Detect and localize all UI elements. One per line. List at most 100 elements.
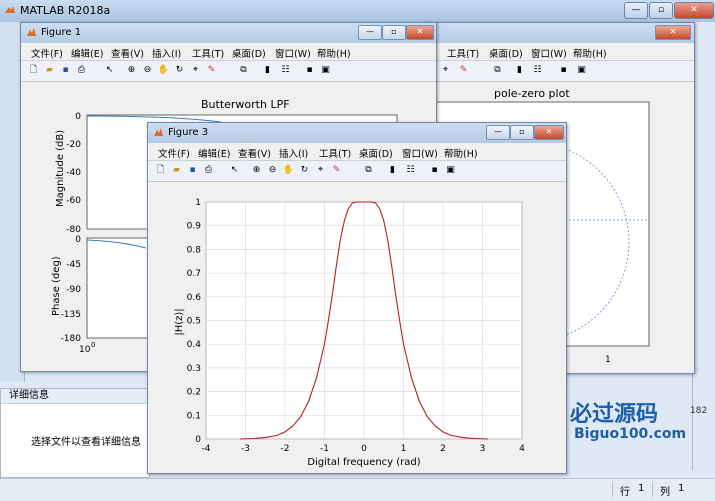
zoom-in-icon[interactable]: ⊕ xyxy=(125,64,138,77)
menu-file[interactable]: 文件(F) xyxy=(158,146,190,160)
figure-3-minimize-button[interactable]: — xyxy=(486,125,510,140)
show-tools-icon[interactable]: ▣ xyxy=(575,64,588,77)
data-cursor-icon[interactable]: ⌖ xyxy=(314,164,327,177)
show-tools-icon[interactable]: ▣ xyxy=(444,164,457,177)
figure-icon xyxy=(154,128,163,136)
edit-plot-icon[interactable]: ↖ xyxy=(228,164,241,177)
close-button[interactable]: ✕ xyxy=(674,2,714,19)
brush-icon[interactable]: ✎ xyxy=(457,64,470,77)
menu-edit[interactable]: 编辑(E) xyxy=(71,46,103,60)
link-plot-icon[interactable]: ⧉ xyxy=(237,64,250,77)
phase-tick-3: -135 xyxy=(61,310,81,320)
menu-insert[interactable]: 插入(I) xyxy=(152,46,181,60)
pan-icon[interactable]: ✋ xyxy=(157,64,170,77)
show-tools-icon[interactable]: ▣ xyxy=(319,64,332,77)
figure-1-minimize-button[interactable]: — xyxy=(358,25,382,40)
pz-title: pole-zero plot xyxy=(494,87,570,100)
figure-1-titlebar[interactable]: Figure 1 — ▫ ✕ xyxy=(21,23,436,44)
menu-tools[interactable]: 工具(T) xyxy=(319,146,351,160)
details-panel: 详细信息 选择文件以查看详细信息 xyxy=(0,388,150,478)
new-figure-icon[interactable]: 🗋 xyxy=(154,164,167,177)
y-axis-ticks: 0 0.1 0.2 0.3 0.4 0.5 0.6 0.7 0.8 0.9 1 xyxy=(187,198,202,445)
save-icon[interactable]: ▪ xyxy=(59,64,72,77)
legend-icon[interactable]: ☷ xyxy=(531,64,544,77)
rotate-icon[interactable]: ↻ xyxy=(173,64,186,77)
rotate-icon[interactable]: ↻ xyxy=(298,164,311,177)
figure-2-titlebar[interactable]: ✕ xyxy=(419,23,694,44)
details-message: 选择文件以查看详细信息 xyxy=(31,437,141,448)
colorbar-icon[interactable]: ▮ xyxy=(386,164,399,177)
zoom-out-icon[interactable]: ⊖ xyxy=(266,164,279,177)
menu-view[interactable]: 查看(V) xyxy=(238,146,271,160)
open-file-icon[interactable]: ▰ xyxy=(43,64,56,77)
phase-tick-0: 0 xyxy=(75,235,81,245)
data-cursor-icon[interactable]: ⌖ xyxy=(189,64,202,77)
figure-3-canvas: -4 -3 -2 -1 0 1 2 3 4 0 0.1 0.2 0.3 0.4 0.5 0.6 0.7 0.8 0… xyxy=(148,182,566,473)
figure-3-close-button[interactable]: ✕ xyxy=(534,125,564,140)
phase-tick-1: -45 xyxy=(66,260,81,270)
hide-tools-icon[interactable]: ▪ xyxy=(428,164,441,177)
menu-desktop[interactable]: 桌面(D) xyxy=(232,46,266,60)
edit-plot-icon[interactable]: ↖ xyxy=(103,64,116,77)
menu-file[interactable]: 文件(F) xyxy=(31,46,63,60)
mag-ylabel: Magnitude (dB) xyxy=(55,130,66,207)
figure-3-title: Figure 3 xyxy=(168,127,209,138)
hide-tools-icon[interactable]: ▪ xyxy=(557,64,570,77)
new-figure-icon[interactable]: 🗋 xyxy=(27,64,40,77)
hide-tools-icon[interactable]: ▪ xyxy=(303,64,316,77)
zoom-in-icon[interactable]: ⊕ xyxy=(250,164,263,177)
x-tick-label: 2 xyxy=(440,444,446,454)
print-icon[interactable]: ⎙ xyxy=(75,64,88,77)
menu-window[interactable]: 窗口(W) xyxy=(531,46,567,60)
menu-window[interactable]: 窗口(W) xyxy=(275,46,311,60)
y-tick-label: 0.5 xyxy=(187,317,201,327)
figure-1-close-button[interactable]: ✕ xyxy=(406,25,434,40)
minimize-button[interactable]: — xyxy=(624,2,648,19)
menu-window[interactable]: 窗口(W) xyxy=(402,146,438,160)
data-cursor-icon[interactable]: ⌖ xyxy=(439,64,452,77)
save-icon[interactable]: ▪ xyxy=(186,164,199,177)
menu-insert[interactable]: 插入(I) xyxy=(279,146,308,160)
menu-desktop[interactable]: 桌面(D) xyxy=(359,146,393,160)
mag-tick-1: -20 xyxy=(66,140,81,150)
colorbar-icon[interactable]: ▮ xyxy=(513,64,526,77)
brush-icon[interactable]: ✎ xyxy=(205,64,218,77)
figure-3-titlebar[interactable]: Figure 3 — ▫ ✕ xyxy=(148,123,566,144)
menu-help[interactable]: 帮助(H) xyxy=(444,146,478,160)
legend-icon[interactable]: ☷ xyxy=(404,164,417,177)
watermark-partial-text: 182 xyxy=(690,406,708,416)
menu-desktop[interactable]: 桌面(D) xyxy=(489,46,523,60)
y-axis-label: |H(z)| xyxy=(174,308,185,335)
x-tick-label: -4 xyxy=(202,444,211,454)
menu-tools[interactable]: 工具(T) xyxy=(447,46,479,60)
menu-help[interactable]: 帮助(H) xyxy=(317,46,351,60)
link-plot-icon[interactable]: ⧉ xyxy=(362,164,375,177)
menu-help[interactable]: 帮助(H) xyxy=(573,46,607,60)
x-tick-label: -2 xyxy=(281,444,290,454)
figure-2-close-button[interactable]: ✕ xyxy=(655,25,691,40)
print-icon[interactable]: ⎙ xyxy=(202,164,215,177)
pan-icon[interactable]: ✋ xyxy=(282,164,295,177)
legend-icon[interactable]: ☷ xyxy=(279,64,292,77)
colorbar-icon[interactable]: ▮ xyxy=(261,64,274,77)
figure-3-window[interactable]: Figure 3 — ▫ ✕ 文件(F) 编辑(E) 查看(V) 插入(I) 工… xyxy=(147,122,567,474)
maximize-button[interactable]: ▫ xyxy=(649,2,673,19)
y-tick-label: 0.1 xyxy=(187,411,201,421)
y-tick-label: 0 xyxy=(195,435,201,445)
mag-tick-3: -60 xyxy=(66,196,81,206)
menu-edit[interactable]: 编辑(E) xyxy=(198,146,230,160)
x-tick-label: 1 xyxy=(401,444,407,454)
magnitude-response-chart: -4 -3 -2 -1 0 1 2 3 4 00.10.20.30.40.50.60.70.80… xyxy=(174,198,525,468)
link-plot-icon[interactable]: ⧉ xyxy=(491,64,504,77)
bode-title: Butterworth LPF xyxy=(201,98,290,111)
x-tick-label: 4 xyxy=(519,444,525,454)
zoom-out-icon[interactable]: ⊖ xyxy=(141,64,154,77)
open-file-icon[interactable]: ▰ xyxy=(170,164,183,177)
figure-3-maximize-button[interactable]: ▫ xyxy=(510,125,534,140)
x-tick-exp: 0 xyxy=(91,341,95,349)
brush-icon[interactable]: ✎ xyxy=(330,164,343,177)
menu-tools[interactable]: 工具(T) xyxy=(192,46,224,60)
figure-1-maximize-button[interactable]: ▫ xyxy=(382,25,406,40)
menu-view[interactable]: 查看(V) xyxy=(111,46,144,60)
pz-x-tick: 1 xyxy=(605,355,611,365)
